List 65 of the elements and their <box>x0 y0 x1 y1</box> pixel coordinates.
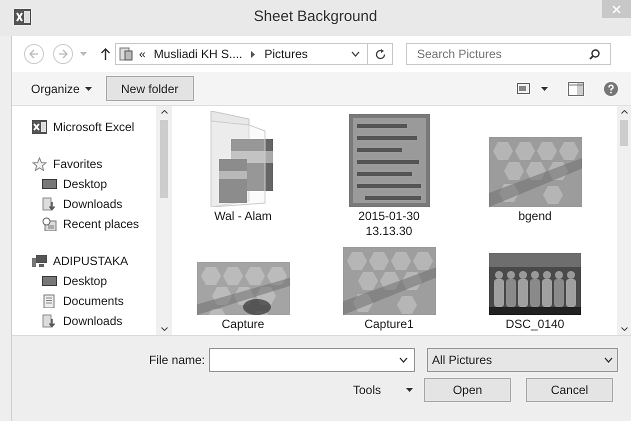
recent-places-icon <box>42 217 57 231</box>
overflow-marker[interactable]: « <box>139 45 146 63</box>
chevron-down-icon[interactable] <box>351 51 360 57</box>
scroll-down-icon[interactable] <box>620 327 628 331</box>
view-icon[interactable] <box>517 83 530 94</box>
sidebar-item[interactable]: ADIPUSTAKA <box>53 252 128 270</box>
scrollbar[interactable] <box>156 106 172 335</box>
file-name[interactable]: Capture <box>203 317 283 332</box>
preview-pane-icon[interactable] <box>568 82 584 96</box>
tools-menu[interactable]: Tools <box>353 381 413 399</box>
chevron-right-icon[interactable] <box>251 50 256 58</box>
window-title: Sheet Background <box>254 6 378 27</box>
sidebar-item[interactable]: Downloads <box>63 195 122 213</box>
scrollbar[interactable] <box>617 106 631 335</box>
excel-icon <box>32 120 47 134</box>
dropdown-arrow-icon[interactable] <box>541 86 548 90</box>
chevron-down-icon[interactable] <box>399 357 408 363</box>
downloads-icon <box>42 314 57 328</box>
caret-icon <box>84 86 92 90</box>
cancel-button[interactable]: Cancel <box>526 378 613 402</box>
documents-icon <box>42 294 57 308</box>
sidebar-item[interactable]: Microsoft Excel <box>53 118 134 136</box>
arrow-right-icon <box>58 49 68 59</box>
sidebar-item[interactable]: Documents <box>63 292 124 310</box>
close-icon <box>612 4 621 14</box>
search-field[interactable]: Search Pictures <box>417 45 589 63</box>
desktop-icon <box>42 274 57 288</box>
sidebar-item[interactable]: Desktop <box>63 175 108 193</box>
up-arrow-icon[interactable] <box>101 48 110 60</box>
refresh-icon[interactable] <box>374 48 386 60</box>
desktop-icon <box>42 177 57 191</box>
file-type-dropdown[interactable]: All Pictures <box>427 348 618 372</box>
file-name-label: File name: <box>148 352 205 369</box>
file-name[interactable]: Wal - Alam <box>203 209 283 224</box>
search-field[interactable]: Search Pictures <box>406 43 611 65</box>
scroll-up-icon[interactable] <box>160 110 168 114</box>
scrollbar-thumb[interactable] <box>620 120 628 146</box>
open-button[interactable]: Open <box>424 378 511 402</box>
chevron-down-icon <box>604 357 613 363</box>
caret-icon <box>406 388 413 392</box>
search-icon[interactable] <box>589 48 600 60</box>
file-name[interactable]: Capture1 <box>349 317 429 332</box>
file-name-field[interactable] <box>209 348 415 372</box>
scroll-up-icon[interactable] <box>620 110 628 114</box>
breadcrumb-item[interactable]: Pictures <box>264 45 308 63</box>
downloads-icon <box>42 197 57 211</box>
sidebar-item[interactable]: Recent places <box>63 215 140 233</box>
computer-icon <box>32 254 47 268</box>
sidebar-item[interactable]: Favorites <box>53 155 102 173</box>
library-icon <box>119 47 133 61</box>
star-icon <box>32 157 47 171</box>
file-name[interactable]: 2015-01-30 13.13.30 <box>349 209 429 239</box>
sidebar-item[interactable]: Desktop <box>63 272 108 290</box>
new-folder-button[interactable]: New folder <box>106 76 194 101</box>
help-icon[interactable] <box>604 82 618 96</box>
arrow-left-icon <box>29 49 39 59</box>
breadcrumb-item[interactable]: Musliadi KH S.... <box>154 45 242 63</box>
excel-icon <box>14 9 31 25</box>
organize-menu[interactable]: Organize <box>31 80 92 98</box>
scroll-down-icon[interactable] <box>160 327 168 331</box>
scrollbar-thumb[interactable] <box>160 120 168 198</box>
sidebar-item[interactable]: Downloads <box>63 312 122 330</box>
address-bar[interactable]: « Musliadi KH S.... Pictures <box>115 43 393 65</box>
file-name[interactable]: DSC_0140 <box>495 317 575 332</box>
file-name[interactable]: bgend <box>495 209 575 224</box>
